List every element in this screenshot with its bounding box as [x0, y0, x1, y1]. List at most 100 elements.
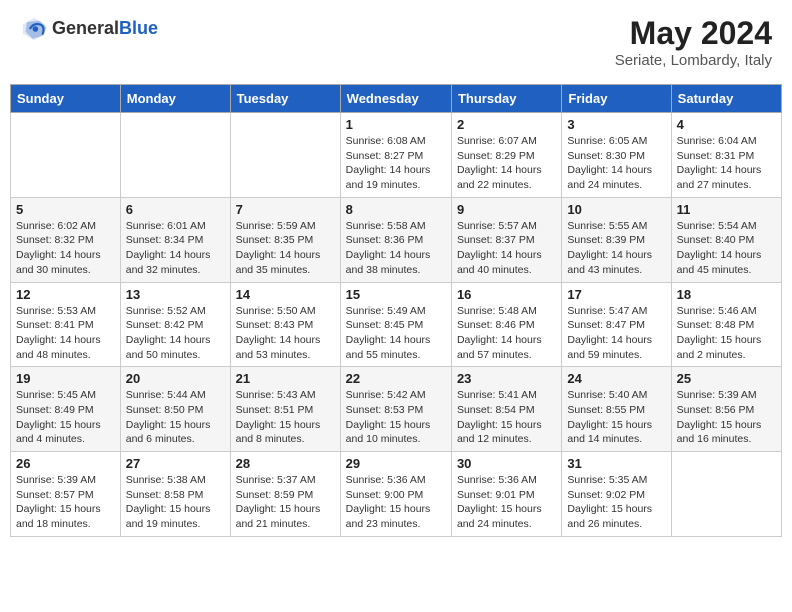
calendar-cell: 8Sunrise: 5:58 AMSunset: 8:36 PMDaylight… [340, 197, 451, 282]
day-number: 28 [236, 456, 335, 471]
calendar-week-4: 19 Sunrise: 5:45 AMSunset: 8:49 PMDayligh… [11, 367, 782, 452]
day-info: Sunrise: 5:49 AMSunset: 8:45 PMDaylight:… [346, 304, 446, 363]
day-number: 29 [346, 456, 446, 471]
calendar-cell: 27Sunrise: 5:38 AMSunset: 8:58 PMDayligh… [120, 452, 230, 537]
day-number: 6 [126, 202, 225, 217]
logo-text: GeneralBlue [52, 19, 158, 39]
calendar-cell: 23 Sunrise: 5:41 AMSunset: 8:54 PMDayligh… [451, 367, 561, 452]
day-info: Sunrise: 5:47 AMSunset: 8:47 PMDaylight:… [567, 304, 665, 363]
day-number: 31 [567, 456, 665, 471]
calendar-cell: 2Sunrise: 6:07 AMSunset: 8:29 PMDaylight… [451, 113, 561, 198]
calendar-cell: 9Sunrise: 5:57 AMSunset: 8:37 PMDaylight… [451, 197, 561, 282]
day-number: 5 [16, 202, 115, 217]
calendar-cell: 13 Sunrise: 5:52 AMSunset: 8:42 PMDayligh… [120, 282, 230, 367]
calendar-cell: 24 Sunrise: 5:40 AMSunset: 8:55 PMDayligh… [562, 367, 671, 452]
calendar-cell: 17 Sunrise: 5:47 AMSunset: 8:47 PMDayligh… [562, 282, 671, 367]
day-number: 17 [567, 287, 665, 302]
day-number: 27 [126, 456, 225, 471]
day-info: Sunrise: 5:39 AMSunset: 8:57 PMDaylight:… [16, 473, 115, 532]
day-info: Sunrise: 6:04 AMSunset: 8:31 PMDaylight:… [677, 134, 776, 193]
calendar-cell [11, 113, 121, 198]
day-number: 30 [457, 456, 556, 471]
day-info: Sunrise: 5:59 AMSunset: 8:35 PMDaylight:… [236, 219, 335, 278]
day-info: Sunrise: 5:54 AMSunset: 8:40 PMDaylight:… [677, 219, 776, 278]
calendar-cell: 6 Sunrise: 6:01 AMSunset: 8:34 PMDaylight… [120, 197, 230, 282]
calendar-cell: 26 Sunrise: 5:39 AMSunset: 8:57 PMDayligh… [11, 452, 121, 537]
day-number: 24 [567, 371, 665, 386]
day-number: 22 [346, 371, 446, 386]
logo: GeneralBlue [20, 15, 158, 43]
day-number: 1 [346, 117, 446, 132]
day-info: Sunrise: 5:41 AMSunset: 8:54 PMDaylight:… [457, 388, 556, 447]
day-info: Sunrise: 5:36 AMSunset: 9:00 PMDaylight:… [346, 473, 446, 532]
month-year: May 2024 [615, 15, 772, 52]
calendar-cell: 10Sunrise: 5:55 AMSunset: 8:39 PMDayligh… [562, 197, 671, 282]
calendar-cell: 21 Sunrise: 5:43 AMSunset: 8:51 PMDayligh… [230, 367, 340, 452]
day-number: 13 [126, 287, 225, 302]
calendar-cell: 5 Sunrise: 6:02 AMSunset: 8:32 PMDaylight… [11, 197, 121, 282]
col-header-saturday: Saturday [671, 85, 781, 113]
day-number: 21 [236, 371, 335, 386]
day-info: Sunrise: 5:39 AMSunset: 8:56 PMDaylight:… [677, 388, 776, 447]
calendar-cell: 14Sunrise: 5:50 AMSunset: 8:43 PMDayligh… [230, 282, 340, 367]
day-number: 16 [457, 287, 556, 302]
day-number: 12 [16, 287, 115, 302]
title-block: May 2024 Seriate, Lombardy, Italy [615, 15, 772, 69]
calendar-cell: 12 Sunrise: 5:53 AMSunset: 8:41 PMDayligh… [11, 282, 121, 367]
day-info: Sunrise: 5:50 AMSunset: 8:43 PMDaylight:… [236, 304, 335, 363]
col-header-tuesday: Tuesday [230, 85, 340, 113]
calendar-week-3: 12 Sunrise: 5:53 AMSunset: 8:41 PMDayligh… [11, 282, 782, 367]
day-number: 19 [16, 371, 115, 386]
calendar-week-5: 26 Sunrise: 5:39 AMSunset: 8:57 PMDayligh… [11, 452, 782, 537]
calendar-cell: 19 Sunrise: 5:45 AMSunset: 8:49 PMDayligh… [11, 367, 121, 452]
day-info: Sunrise: 6:01 AMSunset: 8:34 PMDaylight:… [126, 219, 225, 278]
day-info: Sunrise: 5:55 AMSunset: 8:39 PMDaylight:… [567, 219, 665, 278]
calendar-cell: 11Sunrise: 5:54 AMSunset: 8:40 PMDayligh… [671, 197, 781, 282]
calendar-cell: 28 Sunrise: 5:37 AMSunset: 8:59 PMDayligh… [230, 452, 340, 537]
calendar-cell [230, 113, 340, 198]
page-header: GeneralBlue May 2024 Seriate, Lombardy, … [10, 10, 782, 74]
calendar-cell: 31 Sunrise: 5:35 AMSunset: 9:02 PMDayligh… [562, 452, 671, 537]
day-info: Sunrise: 5:53 AMSunset: 8:41 PMDaylight:… [16, 304, 115, 363]
day-number: 7 [236, 202, 335, 217]
day-info: Sunrise: 6:08 AMSunset: 8:27 PMDaylight:… [346, 134, 446, 193]
day-info: Sunrise: 5:48 AMSunset: 8:46 PMDaylight:… [457, 304, 556, 363]
day-info: Sunrise: 5:37 AMSunset: 8:59 PMDaylight:… [236, 473, 335, 532]
day-number: 15 [346, 287, 446, 302]
calendar-cell: 16 Sunrise: 5:48 AMSunset: 8:46 PMDayligh… [451, 282, 561, 367]
day-info: Sunrise: 5:52 AMSunset: 8:42 PMDaylight:… [126, 304, 225, 363]
day-number: 26 [16, 456, 115, 471]
day-number: 3 [567, 117, 665, 132]
calendar-cell: 1 Sunrise: 6:08 AMSunset: 8:27 PMDaylight… [340, 113, 451, 198]
calendar-cell: 4Sunrise: 6:04 AMSunset: 8:31 PMDaylight… [671, 113, 781, 198]
day-number: 18 [677, 287, 776, 302]
calendar-table: SundayMondayTuesdayWednesdayThursdayFrid… [10, 84, 782, 537]
col-header-wednesday: Wednesday [340, 85, 451, 113]
calendar-cell: 3Sunrise: 6:05 AMSunset: 8:30 PMDaylight… [562, 113, 671, 198]
calendar-cell: 30 Sunrise: 5:36 AMSunset: 9:01 PMDayligh… [451, 452, 561, 537]
day-number: 25 [677, 371, 776, 386]
calendar-cell: 15 Sunrise: 5:49 AMSunset: 8:45 PMDayligh… [340, 282, 451, 367]
day-info: Sunrise: 5:58 AMSunset: 8:36 PMDaylight:… [346, 219, 446, 278]
calendar-header-row: SundayMondayTuesdayWednesdayThursdayFrid… [11, 85, 782, 113]
day-info: Sunrise: 6:02 AMSunset: 8:32 PMDaylight:… [16, 219, 115, 278]
day-info: Sunrise: 5:44 AMSunset: 8:50 PMDaylight:… [126, 388, 225, 447]
day-info: Sunrise: 5:45 AMSunset: 8:49 PMDaylight:… [16, 388, 115, 447]
day-info: Sunrise: 5:43 AMSunset: 8:51 PMDaylight:… [236, 388, 335, 447]
col-header-monday: Monday [120, 85, 230, 113]
calendar-cell: 25 Sunrise: 5:39 AMSunset: 8:56 PMDayligh… [671, 367, 781, 452]
location: Seriate, Lombardy, Italy [615, 52, 772, 69]
col-header-friday: Friday [562, 85, 671, 113]
col-header-thursday: Thursday [451, 85, 561, 113]
day-info: Sunrise: 5:36 AMSunset: 9:01 PMDaylight:… [457, 473, 556, 532]
calendar-cell: 20 Sunrise: 5:44 AMSunset: 8:50 PMDayligh… [120, 367, 230, 452]
day-info: Sunrise: 5:42 AMSunset: 8:53 PMDaylight:… [346, 388, 446, 447]
logo-icon [20, 15, 48, 43]
day-number: 23 [457, 371, 556, 386]
day-number: 2 [457, 117, 556, 132]
day-number: 20 [126, 371, 225, 386]
day-info: Sunrise: 5:40 AMSunset: 8:55 PMDaylight:… [567, 388, 665, 447]
calendar-cell: 29 Sunrise: 5:36 AMSunset: 9:00 PMDayligh… [340, 452, 451, 537]
calendar-cell: 22 Sunrise: 5:42 AMSunset: 8:53 PMDayligh… [340, 367, 451, 452]
day-info: Sunrise: 5:35 AMSunset: 9:02 PMDaylight:… [567, 473, 665, 532]
